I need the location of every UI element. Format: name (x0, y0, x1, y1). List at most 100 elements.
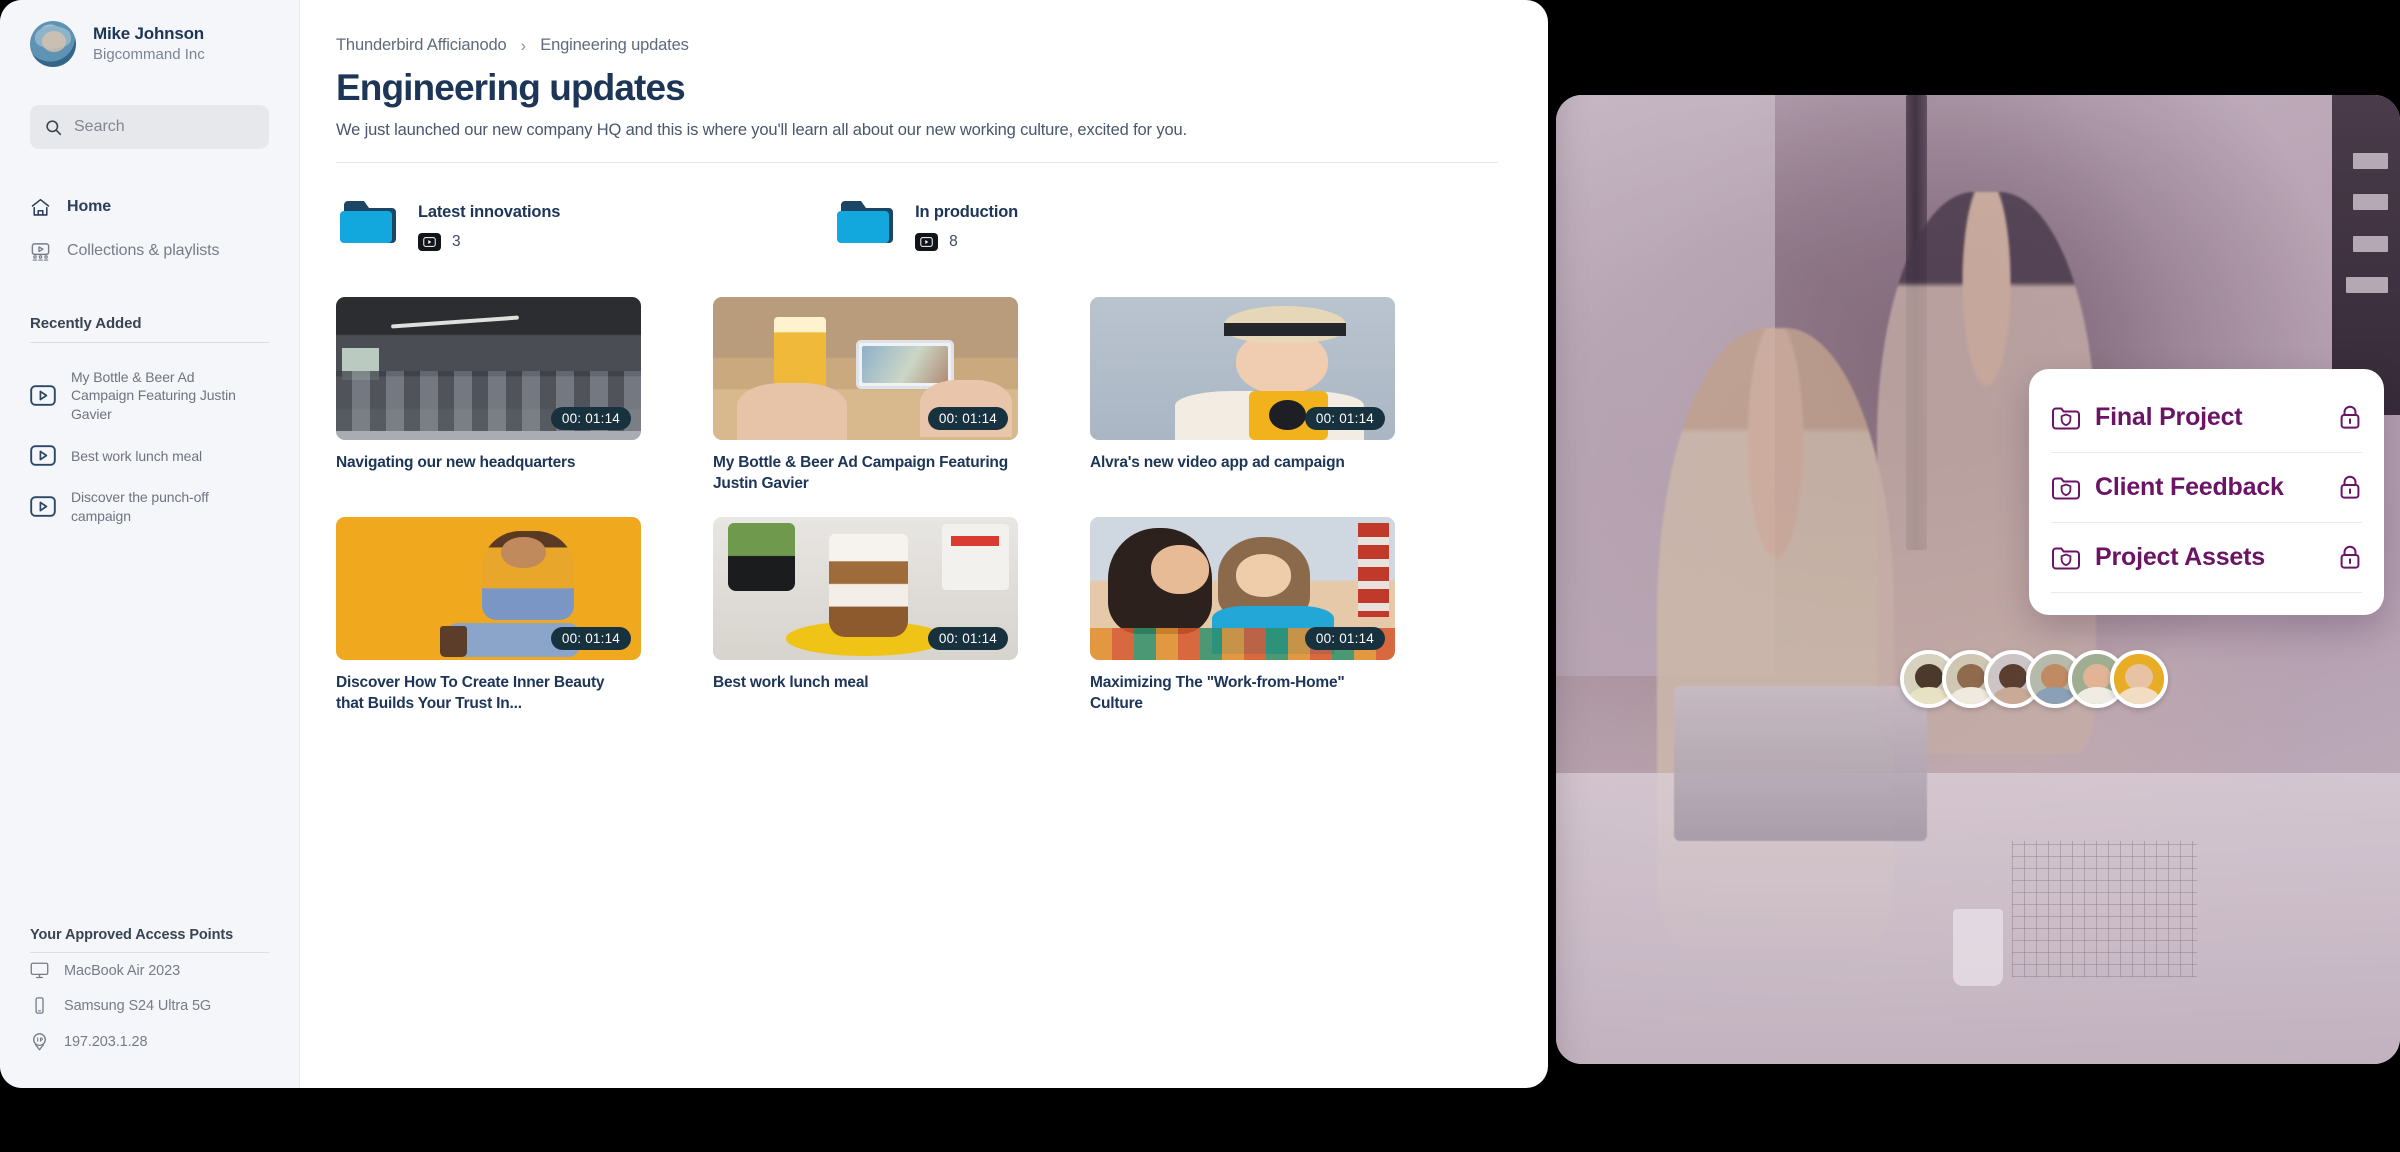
profile-org: Bigcommand Inc (93, 46, 205, 64)
video-badge-icon (418, 233, 441, 251)
screen-root: Final Project Client Feedback Project As… (0, 0, 2400, 1152)
search-box[interactable] (30, 105, 269, 149)
duration-badge: 00: 01:14 (1304, 626, 1385, 650)
list-item: Samsung S24 Ultra 5G (30, 988, 269, 1023)
sidebar-item-label: Collections & playlists (67, 242, 220, 259)
sidebar-item-label: Home (67, 198, 112, 215)
video-title: Discover How To Create Inner Beauty that… (336, 673, 605, 712)
list-item: MacBook Air 2023 (30, 953, 269, 988)
lock-icon[interactable] (2338, 404, 2362, 431)
folder-shield-icon (2051, 544, 2081, 571)
video-title: Maximizing The "Work-from-Home" Culture (1090, 673, 1345, 712)
video-card[interactable]: 00: 01:14 Discover How To Create Inner B… (336, 516, 641, 715)
list-item-label: Discover the punch-off campaign (71, 489, 209, 524)
duration-badge: 00: 01:14 (1304, 407, 1385, 430)
video-card[interactable]: 00: 01:14 Navigating our new headquarter… (336, 297, 641, 495)
sidebar: Mike Johnson Bigcommand Inc Search Home … (0, 0, 300, 1088)
breadcrumb: Thunderbird Afficianodo › Engineering up… (336, 36, 1498, 55)
video-thumbnail[interactable]: 00: 01:14 (713, 516, 1018, 660)
divider (30, 342, 269, 343)
divider (336, 162, 1498, 163)
video-thumbnail[interactable]: 00: 01:14 (1090, 297, 1395, 440)
folder-count: 8 (915, 233, 1018, 251)
search-input[interactable] (74, 118, 254, 136)
lock-icon[interactable] (2338, 544, 2362, 571)
overlay-folder-name: Final Project (2095, 403, 2243, 431)
sidebar-item-collections[interactable]: Collections & playlists (30, 229, 269, 273)
video-thumbnail[interactable]: 00: 01:14 (336, 516, 641, 660)
home-icon (30, 197, 51, 218)
video-card[interactable]: 00: 01:14 Maximizing The "Work-from-Home… (1090, 516, 1395, 715)
page-subtitle: We just launched our new company HQ and … (336, 121, 1187, 139)
folder-icon (835, 195, 899, 251)
collections-icon (30, 241, 51, 262)
monitor-icon (30, 962, 49, 979)
avatar (30, 21, 76, 67)
video-thumbnail[interactable]: 00: 01:14 (1090, 516, 1395, 660)
folder-tile[interactable]: Latest innovations 3 (338, 195, 560, 251)
list-item-label: Best work lunch meal (71, 447, 203, 464)
breadcrumb-root[interactable]: Thunderbird Afficianodo (336, 36, 507, 55)
folder-tile[interactable]: In production 8 (835, 195, 1018, 251)
video-title: Best work lunch meal (713, 673, 869, 691)
app-window: Mike Johnson Bigcommand Inc Search Home … (0, 0, 1548, 1088)
sidebar-item-home[interactable]: Home (30, 185, 269, 229)
collaborator-avatars (1900, 650, 2168, 708)
video-badge-icon (915, 233, 939, 251)
duration-badge: 00: 01:14 (550, 626, 631, 650)
duration-badge: 00: 01:14 (927, 407, 1008, 430)
video-title: Alvra's new video app ad campaign (1090, 454, 1345, 471)
folder-name: Latest innovations (418, 203, 561, 221)
page-title: Engineering updates (336, 67, 686, 108)
folder-name: In production (915, 203, 1018, 221)
access-points-heading: Your Approved Access Points (30, 927, 234, 943)
sidebar-nav: Home Collections & playlists (30, 185, 269, 273)
duration-badge: 00: 01:14 (927, 626, 1008, 650)
list-item[interactable]: Best work lunch meal (30, 434, 269, 477)
phone-icon (30, 997, 49, 1014)
overlay-folder-row[interactable]: Project Assets (2051, 523, 2362, 593)
folder-icon (338, 195, 402, 251)
video-grid: 00: 01:14 Navigating our new headquarter… (336, 297, 1498, 715)
recently-added-heading: Recently Added (30, 315, 142, 332)
video-card[interactable]: 00: 01:14 My Bottle & Beer Ad Campaign F… (713, 297, 1018, 495)
overlay-folder-row[interactable]: Final Project (2051, 383, 2362, 453)
video-thumbnail[interactable]: 00: 01:14 (713, 297, 1018, 440)
profile-name: Mike Johnson (93, 24, 204, 44)
chevron-right-icon: › (520, 36, 527, 55)
video-play-icon (30, 385, 56, 406)
video-play-icon (30, 496, 56, 518)
list-item: 197.203.1.28 (30, 1023, 269, 1060)
ip-location-icon (30, 1032, 49, 1051)
folder-count-value: 8 (949, 233, 958, 250)
list-item[interactable]: Discover the punch-off campaign (30, 477, 269, 536)
video-title: My Bottle & Beer Ad Campaign Featuring J… (713, 454, 1008, 492)
overlay-folder-row[interactable]: Client Feedback (2051, 453, 2362, 523)
list-item-label: MacBook Air 2023 (64, 962, 181, 979)
folder-tiles: Latest innovations 3 In production 8 (336, 195, 1498, 251)
breadcrumb-current: Engineering updates (540, 36, 689, 54)
list-item-label: My Bottle & Beer Ad Campaign Featuring J… (71, 369, 236, 422)
video-title: Navigating our new headquarters (336, 454, 576, 471)
overlay-folder-name: Client Feedback (2095, 473, 2284, 501)
folder-shield-icon (2051, 404, 2081, 431)
folder-count-value: 3 (452, 233, 461, 250)
profile-block[interactable]: Mike Johnson Bigcommand Inc (30, 0, 269, 67)
recently-added-list: My Bottle & Beer Ad Campaign Featuring J… (30, 357, 269, 536)
main-content: Thunderbird Afficianodo › Engineering up… (300, 0, 1548, 1088)
video-card[interactable]: 00: 01:14 Best work lunch meal (713, 516, 1018, 715)
avatar[interactable] (2110, 650, 2168, 708)
video-thumbnail[interactable]: 00: 01:14 (336, 297, 641, 440)
lock-icon[interactable] (2338, 474, 2362, 501)
folder-count: 3 (418, 233, 560, 251)
secure-folders-panel: Final Project Client Feedback Project As… (2029, 369, 2384, 615)
video-card[interactable]: 00: 01:14 Alvra's new video app ad campa… (1090, 297, 1395, 495)
list-item-label: 197.203.1.28 (64, 1033, 148, 1050)
list-item[interactable]: My Bottle & Beer Ad Campaign Featuring J… (30, 357, 269, 434)
overlay-folder-name: Project Assets (2095, 543, 2265, 571)
search-icon (45, 119, 62, 136)
video-play-icon (30, 445, 56, 467)
folder-shield-icon (2051, 474, 2081, 501)
access-points-section: Your Approved Access Points MacBook Air … (30, 927, 269, 1060)
duration-badge: 00: 01:14 (550, 407, 631, 430)
